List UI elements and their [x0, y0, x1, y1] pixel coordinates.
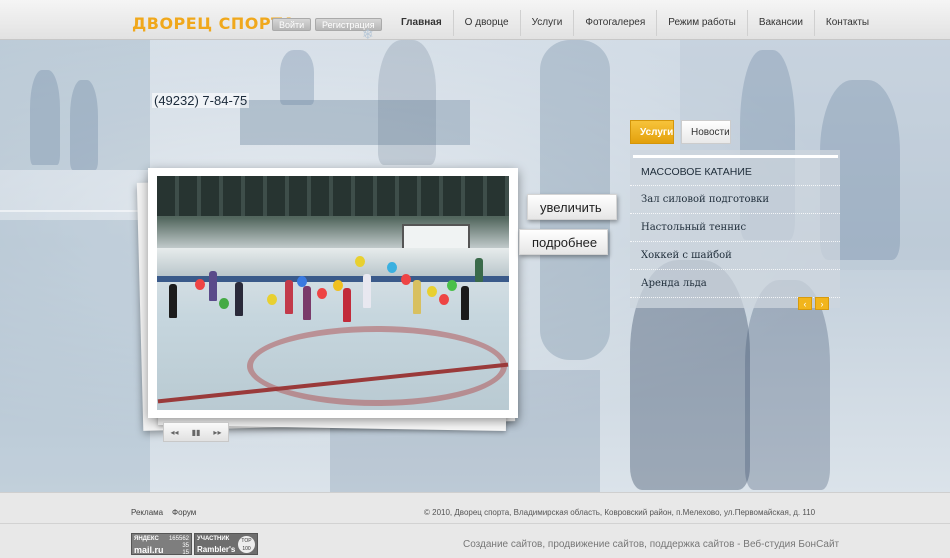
- photo-balloon: [355, 256, 365, 267]
- photo-skater: [461, 286, 469, 320]
- rewind-icon[interactable]: ◂◂: [171, 428, 179, 437]
- phone-number: (49232) 7-84-75: [152, 93, 250, 108]
- footer-divider: [0, 523, 950, 524]
- counter-numbers: 165562 35 15: [168, 536, 189, 556]
- tab-services[interactable]: Услуги: [630, 120, 674, 144]
- hero-background: (49232) 7-84-75 ◂◂ ▮▮ ▸▸ увеличить подро…: [0, 40, 950, 492]
- studio-credit[interactable]: Создание сайтов, продвижение сайтов, под…: [463, 539, 839, 550]
- nav-item-services[interactable]: Услуги: [519, 10, 574, 36]
- site-logo[interactable]: ДВОРЕЦ СПОРТА: [132, 14, 295, 33]
- services-panel: МАССОВОЕ КАТАНИЕ Зал силовой подготовки …: [630, 150, 840, 308]
- chevron-right-icon[interactable]: ›: [815, 297, 829, 310]
- tab-news[interactable]: Новости: [681, 120, 731, 144]
- decor-hockey-player: [745, 280, 830, 490]
- nav-item-gallery[interactable]: Фотогалерея: [573, 10, 656, 36]
- nav-item-vacancies[interactable]: Вакансии: [746, 10, 814, 36]
- photo-balloon: [219, 298, 229, 309]
- top100-badge: TOP 100: [238, 536, 255, 553]
- photo-balloon: [297, 276, 307, 287]
- slideshow-controls: ◂◂ ▮▮ ▸▸: [163, 422, 229, 442]
- photo-balloon: [195, 279, 205, 290]
- footer-link-ads[interactable]: Реклама: [131, 508, 163, 517]
- photo-balloon: [427, 286, 437, 297]
- zoom-button[interactable]: увеличить: [527, 194, 617, 220]
- photo-frame[interactable]: [148, 168, 518, 418]
- gallery-photo[interactable]: [157, 176, 509, 410]
- photo-skater: [475, 258, 483, 282]
- footer: Реклама Форум © 2010, Дворец спорта, Вла…: [0, 492, 950, 558]
- service-item-mass-skating[interactable]: МАССОВОЕ КАТАНИЕ: [630, 158, 840, 186]
- mailru-logo: mail.ru: [134, 545, 164, 555]
- nav-item-schedule[interactable]: Режим работы: [656, 10, 747, 36]
- photo-skater: [285, 280, 293, 314]
- forward-icon[interactable]: ▸▸: [213, 428, 221, 437]
- nav-item-home[interactable]: Главная: [390, 10, 453, 36]
- counter-label: УЧАСТНИК: [197, 536, 230, 542]
- photo-skater: [169, 284, 177, 318]
- service-item-ice-rent[interactable]: Аренда льда: [630, 270, 840, 298]
- rambler-counter[interactable]: УЧАСТНИК Rambler's TOP 100: [194, 533, 258, 555]
- decor-gym: [0, 220, 150, 492]
- decor-skater: [70, 80, 98, 170]
- photo-skater: [363, 274, 371, 308]
- footer-link-forum[interactable]: Форум: [172, 508, 196, 517]
- top-bar: ДВОРЕЦ СПОРТА Войти Регистрация ❄ Главна…: [0, 0, 950, 42]
- main-nav: Главная О дворце Услуги Фотогалерея Режи…: [390, 10, 880, 36]
- photo-balloon: [401, 274, 411, 285]
- photo-balloon: [439, 294, 449, 305]
- login-button[interactable]: Войти: [272, 18, 312, 31]
- pause-icon[interactable]: ▮▮: [192, 428, 201, 437]
- decor-skater: [30, 70, 60, 165]
- decor-player: [378, 40, 436, 165]
- rambler-logo: Rambler's: [197, 545, 236, 554]
- photo-skater: [413, 280, 421, 314]
- service-item-table-tennis[interactable]: Настольный теннис: [630, 214, 840, 242]
- photo-skater: [235, 282, 243, 316]
- snowflake-icon: ❄: [362, 26, 374, 42]
- photo-balloon: [267, 294, 277, 305]
- photo-skater: [303, 286, 311, 320]
- service-item-gym[interactable]: Зал силовой подготовки: [630, 186, 840, 214]
- photo-balloon: [317, 288, 327, 299]
- photo-balloon: [447, 280, 457, 291]
- decor-player: [280, 50, 314, 105]
- photo-balloon: [387, 262, 397, 273]
- service-item-hockey[interactable]: Хоккей с шайбой: [630, 242, 840, 270]
- nav-item-contacts[interactable]: Контакты: [813, 10, 880, 36]
- photo-balloon: [333, 280, 343, 291]
- counter-label: ЯНДЕКС: [134, 536, 159, 542]
- photo-ceiling: [157, 176, 509, 216]
- photo-skater: [209, 271, 217, 301]
- chevron-left-icon[interactable]: ‹: [798, 297, 812, 310]
- mailru-counter[interactable]: ЯНДЕКС 165562 35 15 mail.ru: [131, 533, 192, 556]
- nav-item-about[interactable]: О дворце: [452, 10, 520, 36]
- more-button[interactable]: подробнее: [519, 229, 608, 255]
- panel-arrows: ‹ ›: [798, 297, 829, 310]
- copyright: © 2010, Дворец спорта, Владимирская обла…: [424, 508, 816, 517]
- photo-skater: [343, 288, 351, 322]
